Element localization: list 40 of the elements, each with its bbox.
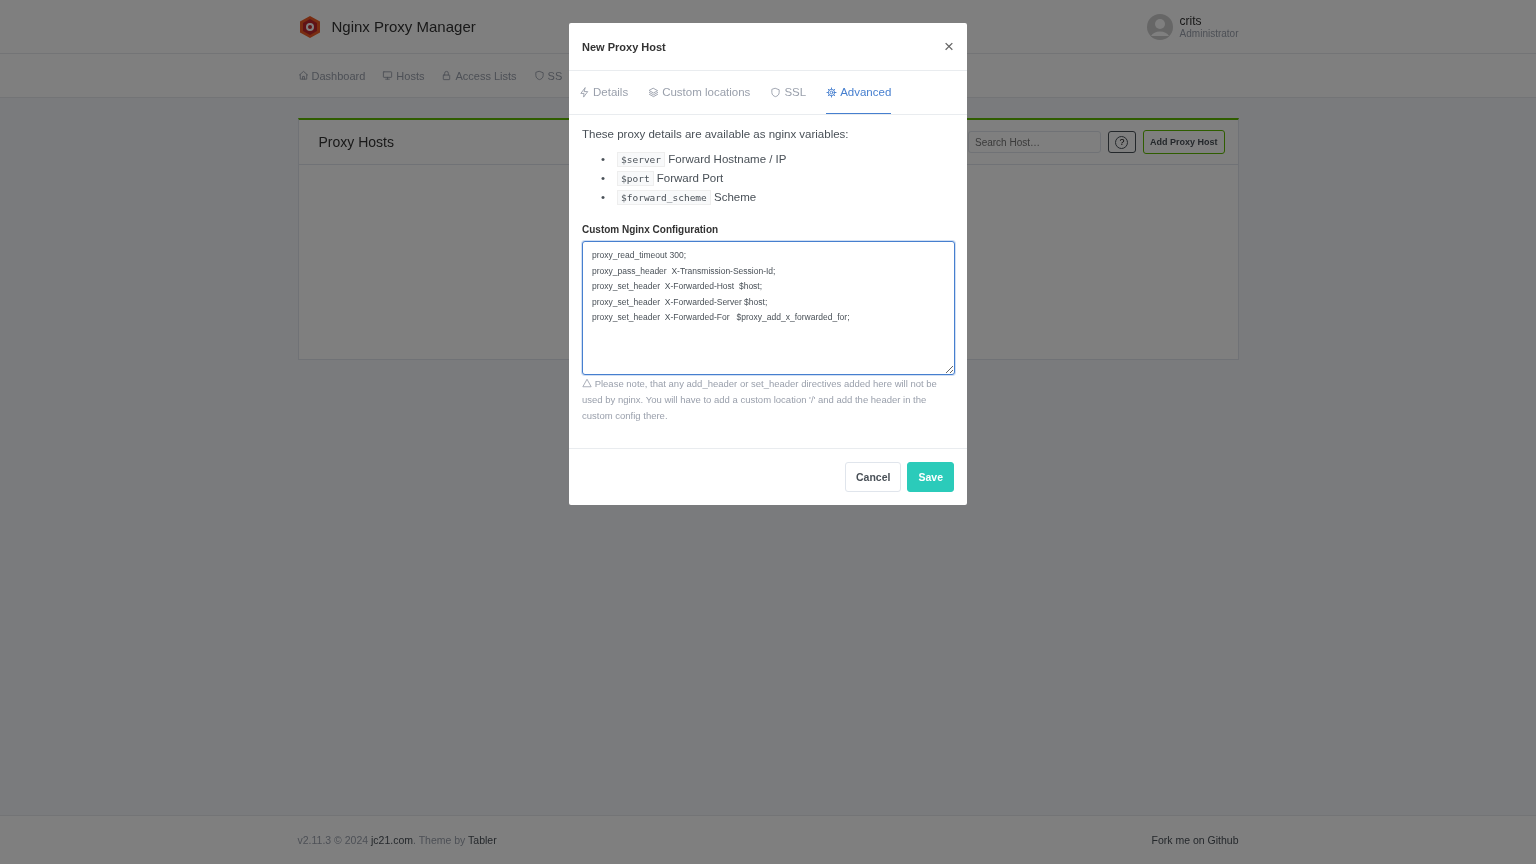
variable-description: Forward Port bbox=[656, 172, 724, 184]
github-link[interactable]: Fork me on Github bbox=[1151, 834, 1239, 846]
variable-code: $server bbox=[617, 152, 666, 167]
field-label: Custom Nginx Configuration bbox=[582, 224, 720, 235]
variable-code: $forward_scheme bbox=[617, 190, 711, 205]
tab[interactable]: Details bbox=[579, 71, 629, 114]
bullet: • bbox=[601, 171, 607, 186]
warning-icon bbox=[582, 378, 592, 388]
gear-icon bbox=[826, 86, 838, 98]
lock-icon bbox=[441, 70, 453, 81]
tab[interactable]: Custom locations bbox=[648, 71, 751, 114]
help-button[interactable]: ? bbox=[1108, 131, 1136, 153]
search-field[interactable]: Search Host… bbox=[968, 131, 1101, 153]
bolt-icon bbox=[579, 86, 590, 98]
shield-icon bbox=[533, 70, 545, 81]
user-name: crits bbox=[1179, 14, 1203, 28]
add-proxy-host-button[interactable]: Add Proxy Host bbox=[1143, 130, 1225, 154]
cancel-button[interactable]: Cancel bbox=[845, 462, 902, 492]
home-icon bbox=[297, 70, 309, 81]
avatar-icon[interactable] bbox=[1146, 13, 1173, 40]
theme-link[interactable]: Tabler bbox=[468, 834, 497, 846]
tab[interactable]: Advanced bbox=[826, 71, 892, 114]
tab[interactable]: SSL bbox=[770, 71, 807, 114]
variable-description: Forward Hostname / IP bbox=[668, 153, 787, 165]
config-textarea[interactable]: proxy_read_timeout 300; proxy_pass_header X-Transmission-Session-Id; proxy_set_header X-Forwarded-Host $host; proxy_set_header X-Forwarded-Server $host; proxy_set_header X-Forwarded-For $proxy_add_x_forwarded_for; bbox=[582, 241, 955, 375]
layers-icon bbox=[648, 86, 660, 98]
warning-note: Please note, that any add_header or set_header directives added here will not be used by nginx. You will have to add a custom location '/' and add the header in the custom config there. bbox=[582, 377, 938, 423]
shield-icon bbox=[770, 86, 782, 98]
hexagon-logo-icon bbox=[297, 14, 322, 39]
intro-text: These proxy details are available as nginx variables: bbox=[582, 128, 850, 140]
modal-title: New Proxy Host bbox=[582, 40, 666, 53]
variable-description: Scheme bbox=[714, 191, 757, 203]
app-title: Nginx Proxy Manager bbox=[331, 18, 476, 35]
bullet: • bbox=[601, 190, 607, 205]
monitor-icon bbox=[382, 70, 394, 81]
card-title: Proxy Hosts bbox=[318, 134, 394, 150]
bullet: • bbox=[601, 152, 607, 167]
variable-code: $port bbox=[617, 171, 654, 186]
save-button[interactable]: Save bbox=[907, 462, 954, 492]
close-button[interactable]: × bbox=[944, 38, 954, 55]
